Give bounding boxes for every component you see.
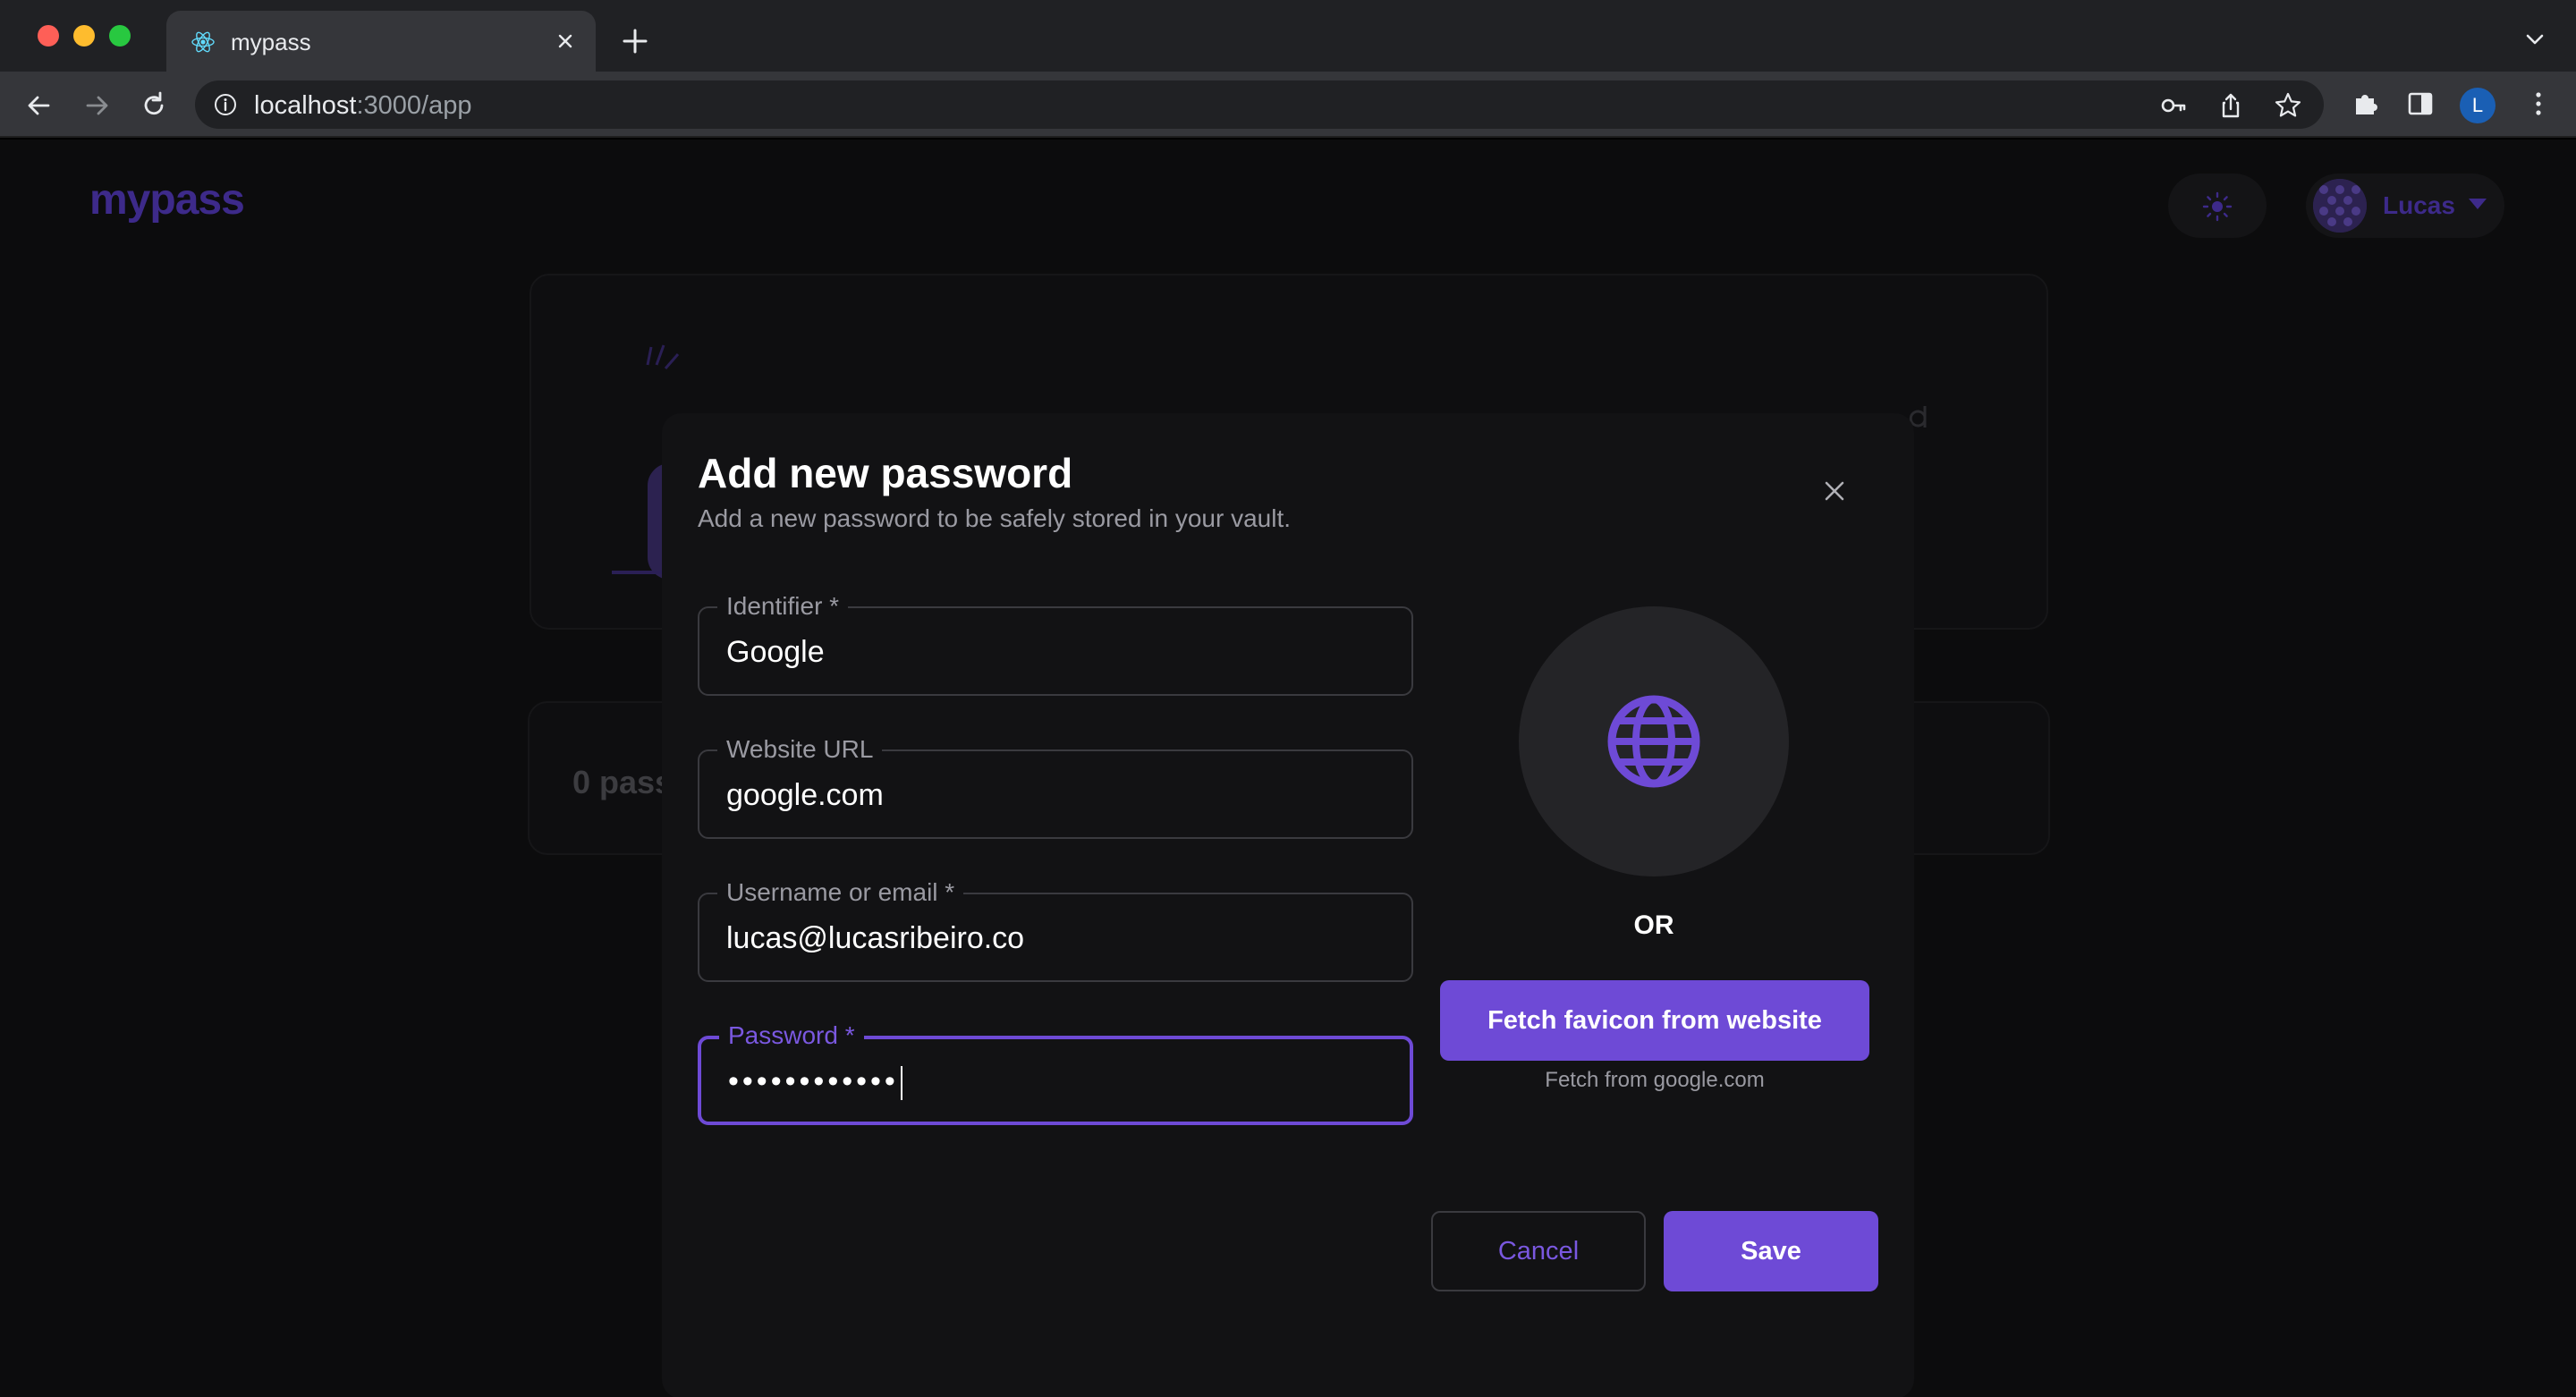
identifier-field[interactable]: Identifier * Google	[698, 592, 1413, 696]
back-arrow-icon[interactable]	[21, 88, 57, 123]
username-label: Username or email *	[717, 878, 964, 907]
text-caret	[900, 1066, 902, 1101]
forward-arrow-icon[interactable]	[79, 88, 114, 123]
user-name: Lucas	[2383, 191, 2455, 219]
add-password-dialog: Add new password Add a new password to b…	[662, 413, 1914, 1397]
window-minimize-button[interactable]	[73, 25, 95, 47]
bookmark-star-icon[interactable]	[2274, 91, 2302, 120]
info-icon[interactable]	[213, 92, 238, 117]
fetch-favicon-button[interactable]: Fetch favicon from website	[1440, 980, 1869, 1061]
tab-close-icon[interactable]	[551, 27, 580, 55]
user-menu-button[interactable]: Lucas	[2306, 174, 2504, 238]
share-icon[interactable]	[2216, 91, 2245, 120]
identifier-value: Google	[726, 635, 825, 669]
profile-avatar[interactable]: L	[2460, 88, 2496, 123]
extensions-puzzle-icon[interactable]	[2349, 88, 2381, 120]
or-divider-label: OR	[1633, 910, 1674, 940]
caret-down-icon	[2469, 199, 2487, 209]
save-button[interactable]: Save	[1664, 1211, 1878, 1291]
sun-icon	[2202, 191, 2233, 222]
reload-icon[interactable]	[136, 88, 172, 123]
favicon-preview	[1519, 606, 1789, 876]
avatar	[2313, 179, 2367, 233]
password-label: Password *	[719, 1021, 864, 1050]
browser-tab-strip: mypass	[0, 0, 2576, 72]
avatar-pattern-icon	[2313, 179, 2367, 233]
password-value: ••••••••••••	[728, 1064, 899, 1098]
dialog-title: Add new password	[698, 450, 1073, 496]
globe-icon	[1607, 695, 1700, 788]
browser-tab[interactable]: mypass	[166, 11, 596, 72]
browser-toolbar: localhost:3000/app L	[0, 72, 2576, 138]
chevron-down-icon[interactable]	[2521, 25, 2549, 54]
side-panel-icon[interactable]	[2404, 88, 2436, 120]
website-url-label: Website URL	[717, 735, 883, 764]
theme-toggle-button[interactable]	[2168, 174, 2267, 238]
window-close-button[interactable]	[38, 25, 59, 47]
password-field[interactable]: Password * ••••••••••••	[698, 1021, 1413, 1125]
password-value-wrap: ••••••••••••	[728, 1064, 902, 1101]
fetch-hint: Fetch from google.com	[1545, 1068, 1765, 1092]
window-maximize-button[interactable]	[109, 25, 131, 47]
react-icon	[191, 31, 215, 53]
key-icon[interactable]	[2159, 91, 2188, 120]
app-logo[interactable]: mypass	[89, 175, 245, 224]
password-count: 0 pass	[572, 764, 674, 800]
website-url-field[interactable]: Website URL google.com	[698, 735, 1413, 839]
website-url-value: google.com	[726, 778, 884, 812]
url-text: localhost:3000/app	[254, 91, 471, 121]
page-viewport: mypass Lucas 0 pass Add new password Add…	[0, 140, 2576, 1397]
cancel-button[interactable]: Cancel	[1431, 1211, 1646, 1291]
url-path: :3000/app	[356, 91, 472, 120]
close-icon[interactable]	[1821, 478, 1848, 504]
new-tab-icon[interactable]	[619, 25, 651, 57]
username-value: lucas@lucasribeiro.co	[726, 921, 1025, 955]
url-host: localhost	[254, 91, 357, 120]
address-bar[interactable]: localhost:3000/app	[195, 80, 2324, 129]
kebab-menu-icon[interactable]	[2522, 88, 2555, 120]
username-field[interactable]: Username or email * lucas@lucasribeiro.c…	[698, 878, 1413, 982]
tab-title: mypass	[231, 29, 311, 55]
dialog-subtitle: Add a new password to be safely stored i…	[698, 504, 1292, 532]
identifier-label: Identifier *	[717, 592, 849, 621]
